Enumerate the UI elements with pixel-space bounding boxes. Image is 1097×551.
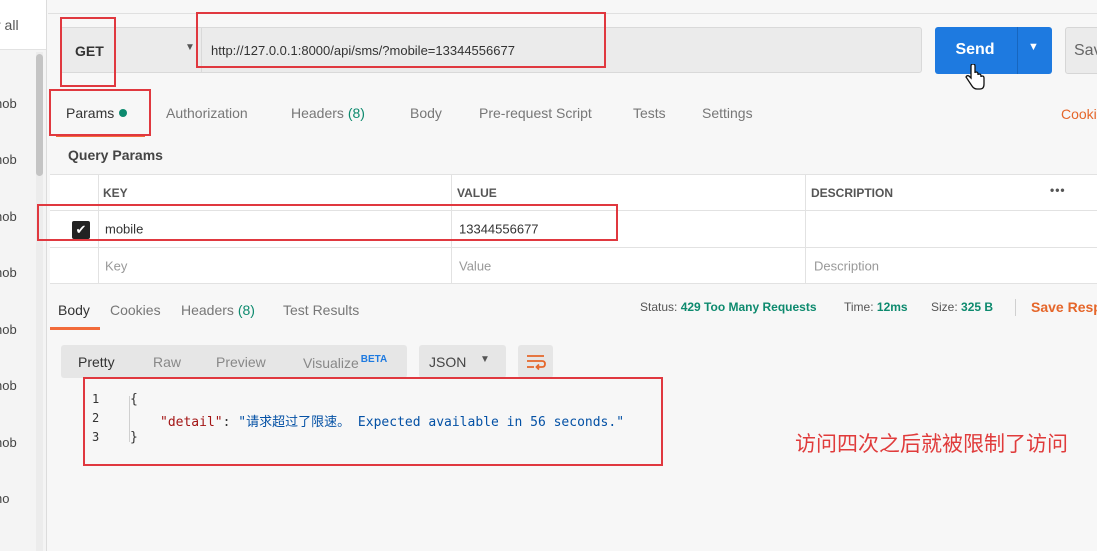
tab-authorization[interactable]: Authorization bbox=[166, 105, 248, 121]
param-description-cell[interactable] bbox=[813, 211, 1093, 247]
visualize-label: Visualize bbox=[303, 355, 359, 371]
time-value[interactable]: 12ms bbox=[877, 300, 908, 314]
new-value-input[interactable]: Value bbox=[459, 248, 799, 283]
save-response-button[interactable]: Save Resp bbox=[1031, 299, 1097, 315]
tab-settings[interactable]: Settings bbox=[702, 105, 753, 121]
save-button-label: Sav bbox=[1074, 42, 1097, 59]
format-toolbar: Pretty Raw Preview Visualize BETA bbox=[61, 345, 407, 378]
status-readout: Status: 429 Too Many Requests bbox=[640, 300, 817, 314]
tab-pre-request-script[interactable]: Pre-request Script bbox=[479, 105, 592, 121]
format-pretty-button[interactable]: Pretty bbox=[78, 354, 115, 370]
active-response-tab-indicator bbox=[50, 327, 100, 330]
divider bbox=[1017, 27, 1018, 74]
highlight-params-tab bbox=[49, 89, 151, 136]
response-tab-headers[interactable]: Headers (8) bbox=[181, 302, 255, 318]
divider bbox=[1015, 299, 1016, 316]
size-label: Size: bbox=[931, 300, 958, 314]
response-tab-test-results[interactable]: Test Results bbox=[283, 302, 359, 318]
wrap-lines-icon bbox=[527, 355, 546, 371]
tab-headers-label: Headers bbox=[291, 105, 344, 121]
size-readout: Size: 325 B bbox=[931, 300, 993, 314]
response-tab-cookies[interactable]: Cookies bbox=[110, 302, 161, 318]
more-options-icon[interactable]: ••• bbox=[1050, 183, 1066, 197]
sidebar-item[interactable]: nob bbox=[0, 209, 17, 224]
language-select[interactable]: JSON ▼ bbox=[419, 345, 506, 378]
send-button-label: Send bbox=[955, 41, 995, 58]
column-header-description: DESCRIPTION bbox=[811, 185, 894, 200]
new-key-input[interactable]: Key bbox=[105, 248, 445, 283]
query-params-title: Query Params bbox=[68, 147, 163, 163]
response-tab-headers-label: Headers bbox=[181, 302, 234, 318]
chevron-down-icon: ▼ bbox=[480, 354, 490, 365]
size-value[interactable]: 325 B bbox=[961, 300, 993, 314]
format-preview-button[interactable]: Preview bbox=[216, 354, 266, 370]
highlight-url bbox=[196, 12, 606, 68]
highlight-method bbox=[60, 17, 116, 87]
response-tab-body[interactable]: Body bbox=[58, 302, 90, 318]
tab-headers[interactable]: Headers (8) bbox=[291, 105, 365, 121]
highlight-response-body bbox=[83, 377, 663, 466]
view-all-link[interactable]: r all bbox=[0, 17, 19, 33]
sidebar-item[interactable]: nob bbox=[0, 378, 17, 393]
format-raw-button[interactable]: Raw bbox=[153, 354, 181, 370]
tab-body[interactable]: Body bbox=[410, 105, 442, 121]
request-tabs: Params Authorization Headers (8) Body Pr… bbox=[48, 97, 1097, 137]
sidebar-item[interactable]: ho bbox=[0, 491, 9, 506]
beta-badge: BETA bbox=[360, 354, 388, 365]
sidebar-item[interactable]: nob bbox=[0, 265, 17, 280]
headers-count: (8) bbox=[347, 105, 365, 121]
sidebar-item[interactable]: nob bbox=[0, 322, 17, 337]
send-options-chevron-icon[interactable]: ▼ bbox=[1028, 41, 1039, 53]
format-visualize-button[interactable]: Visualize BETA bbox=[303, 354, 387, 371]
chevron-down-icon[interactable]: ▼ bbox=[185, 42, 195, 53]
table-row-new: Key Value Description bbox=[50, 248, 1097, 284]
sidebar-item[interactable]: nob bbox=[0, 96, 17, 111]
response-headers-count: (8) bbox=[237, 302, 255, 318]
save-button[interactable]: Sav bbox=[1065, 27, 1097, 74]
time-label: Time: bbox=[844, 300, 874, 314]
sidebar-header: r all bbox=[0, 0, 46, 50]
status-badge[interactable]: 429 Too Many Requests bbox=[681, 300, 817, 314]
cookies-link[interactable]: Cooki bbox=[1061, 106, 1097, 122]
collections-sidebar: r all nob nob nob nob nob nob nob ho bbox=[0, 0, 47, 551]
highlight-param-row bbox=[37, 204, 618, 241]
wrap-lines-button[interactable] bbox=[518, 345, 553, 378]
status-label: Status: bbox=[640, 300, 678, 314]
time-readout: Time: 12ms bbox=[844, 300, 908, 314]
hand-cursor-icon bbox=[965, 64, 985, 90]
request-panel: GET ▼ http://127.0.0.1:8000/api/sms/?mob… bbox=[48, 0, 1097, 551]
sidebar-scrollbar-thumb[interactable] bbox=[36, 54, 43, 176]
tab-tests[interactable]: Tests bbox=[633, 105, 666, 121]
new-description-input[interactable]: Description bbox=[814, 248, 1094, 283]
send-button[interactable]: Send ▼ bbox=[935, 27, 1052, 74]
sidebar-item[interactable]: nob bbox=[0, 152, 17, 167]
language-select-label: JSON bbox=[429, 354, 467, 370]
sidebar-item[interactable]: nob bbox=[0, 435, 17, 450]
annotation-text: 访问四次之后就被限制了访问 bbox=[795, 432, 1068, 456]
